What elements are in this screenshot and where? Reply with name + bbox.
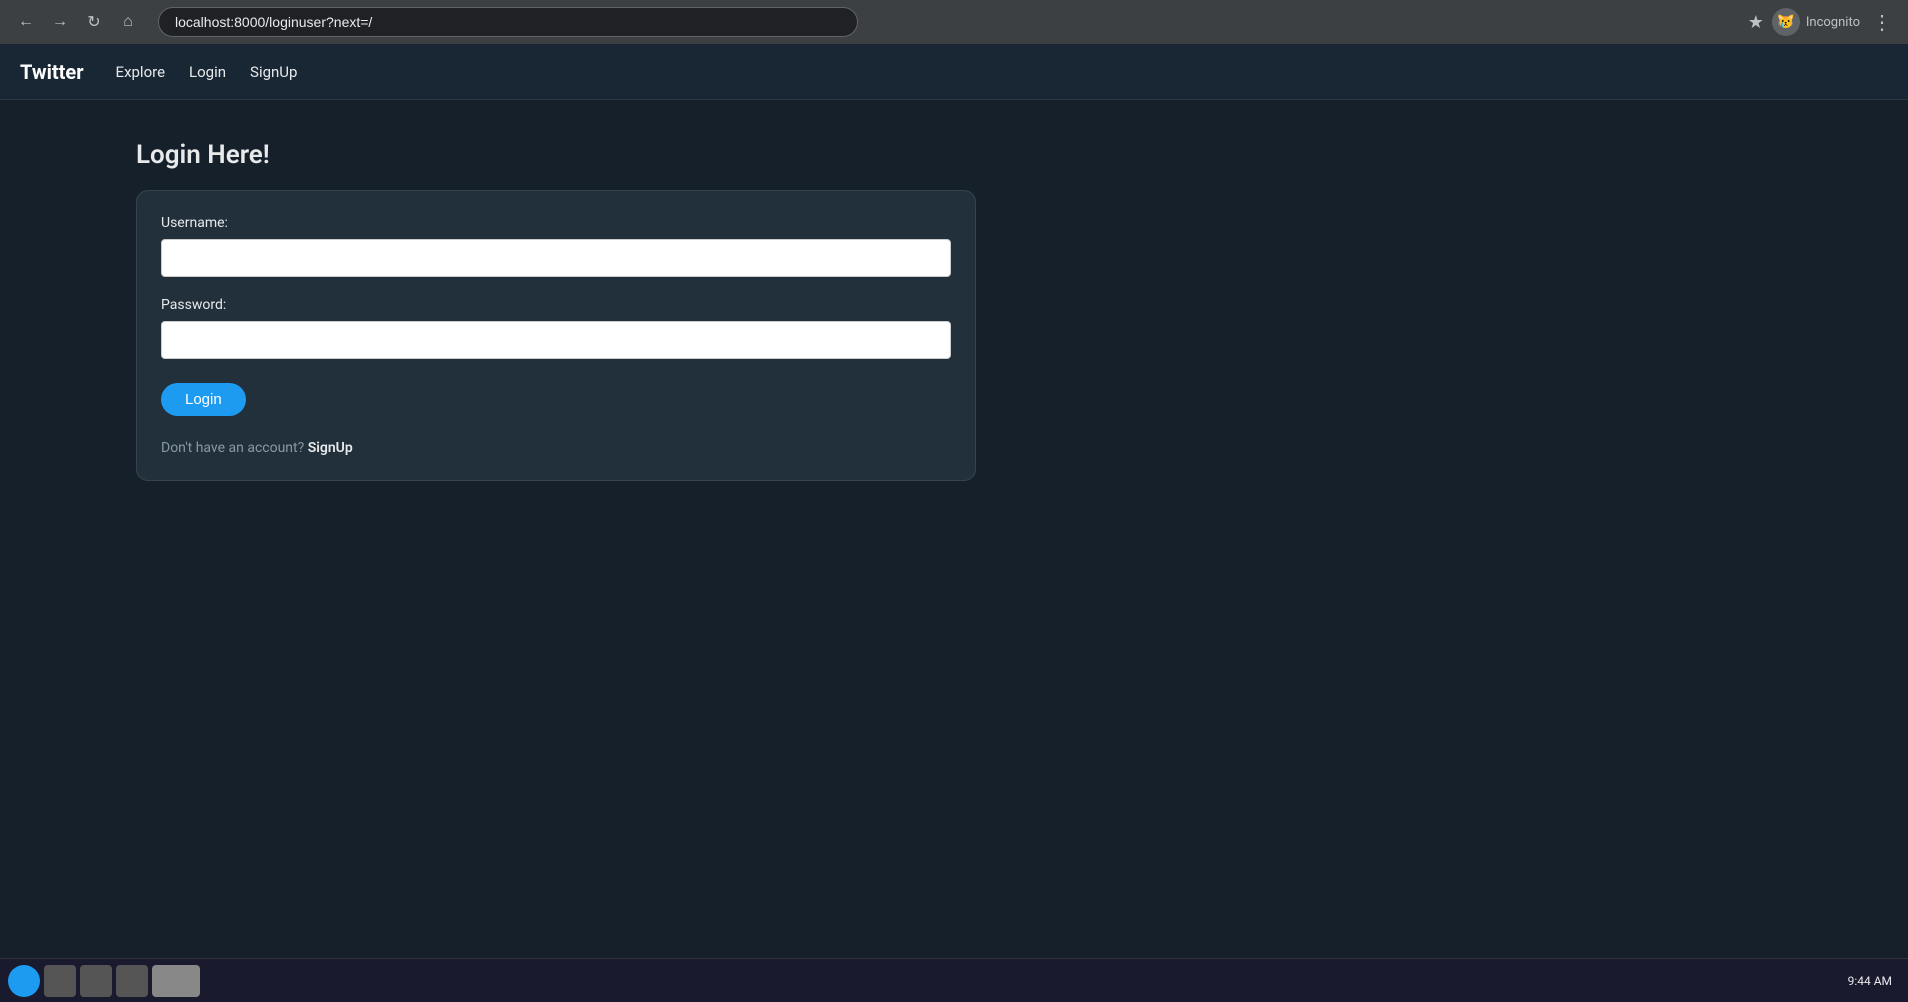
taskbar-item-1[interactable] <box>8 965 40 997</box>
back-button[interactable]: ← <box>12 8 40 36</box>
taskbar-item-5[interactable] <box>152 965 200 997</box>
username-form-group: Username: <box>161 215 951 277</box>
navbar-link-signup[interactable]: SignUp <box>250 63 297 81</box>
taskbar-item-4[interactable] <box>116 965 148 997</box>
username-label: Username: <box>161 215 951 231</box>
navbar-link-login[interactable]: Login <box>189 63 226 81</box>
navbar-brand[interactable]: Twitter <box>20 60 84 84</box>
signup-link[interactable]: SignUp <box>308 440 353 456</box>
taskbar-item-2[interactable] <box>44 965 76 997</box>
login-button[interactable]: Login <box>161 383 246 416</box>
browser-nav-buttons: ← → ↻ ⌂ <box>12 8 142 36</box>
taskbar: 9:44 AM <box>0 958 1908 1002</box>
home-button[interactable]: ⌂ <box>114 8 142 36</box>
incognito-indicator: 😿 Incognito <box>1772 8 1860 36</box>
page-wrapper: Twitter Explore Login SignUp Login Here!… <box>0 44 1908 1002</box>
login-card: Username: Password: Login Don't have an … <box>136 190 976 481</box>
page-title: Login Here! <box>136 140 1888 170</box>
signup-prompt: Don't have an account? SignUp <box>161 440 951 456</box>
password-form-group: Password: <box>161 297 951 359</box>
main-content: Login Here! Username: Password: Login Do… <box>0 100 1908 1002</box>
password-input[interactable] <box>161 321 951 359</box>
browser-chrome: ← → ↻ ⌂ ★ 😿 Incognito ⋮ <box>0 0 1908 44</box>
address-bar-container <box>158 7 858 37</box>
taskbar-time: 9:44 AM <box>1848 974 1900 988</box>
browser-right-controls: ★ 😿 Incognito ⋮ <box>1748 8 1896 36</box>
navbar: Twitter Explore Login SignUp <box>0 44 1908 100</box>
taskbar-items <box>8 965 200 997</box>
address-input[interactable] <box>158 7 858 37</box>
taskbar-item-3[interactable] <box>80 965 112 997</box>
forward-button[interactable]: → <box>46 8 74 36</box>
browser-menu-icon[interactable]: ⋮ <box>1868 10 1896 34</box>
incognito-icon: 😿 <box>1772 8 1800 36</box>
bookmark-icon[interactable]: ★ <box>1748 12 1764 33</box>
username-input[interactable] <box>161 239 951 277</box>
no-account-text: Don't have an account? <box>161 440 304 456</box>
reload-button[interactable]: ↻ <box>80 8 108 36</box>
password-label: Password: <box>161 297 951 313</box>
incognito-label: Incognito <box>1806 15 1860 30</box>
navbar-link-explore[interactable]: Explore <box>116 63 166 81</box>
